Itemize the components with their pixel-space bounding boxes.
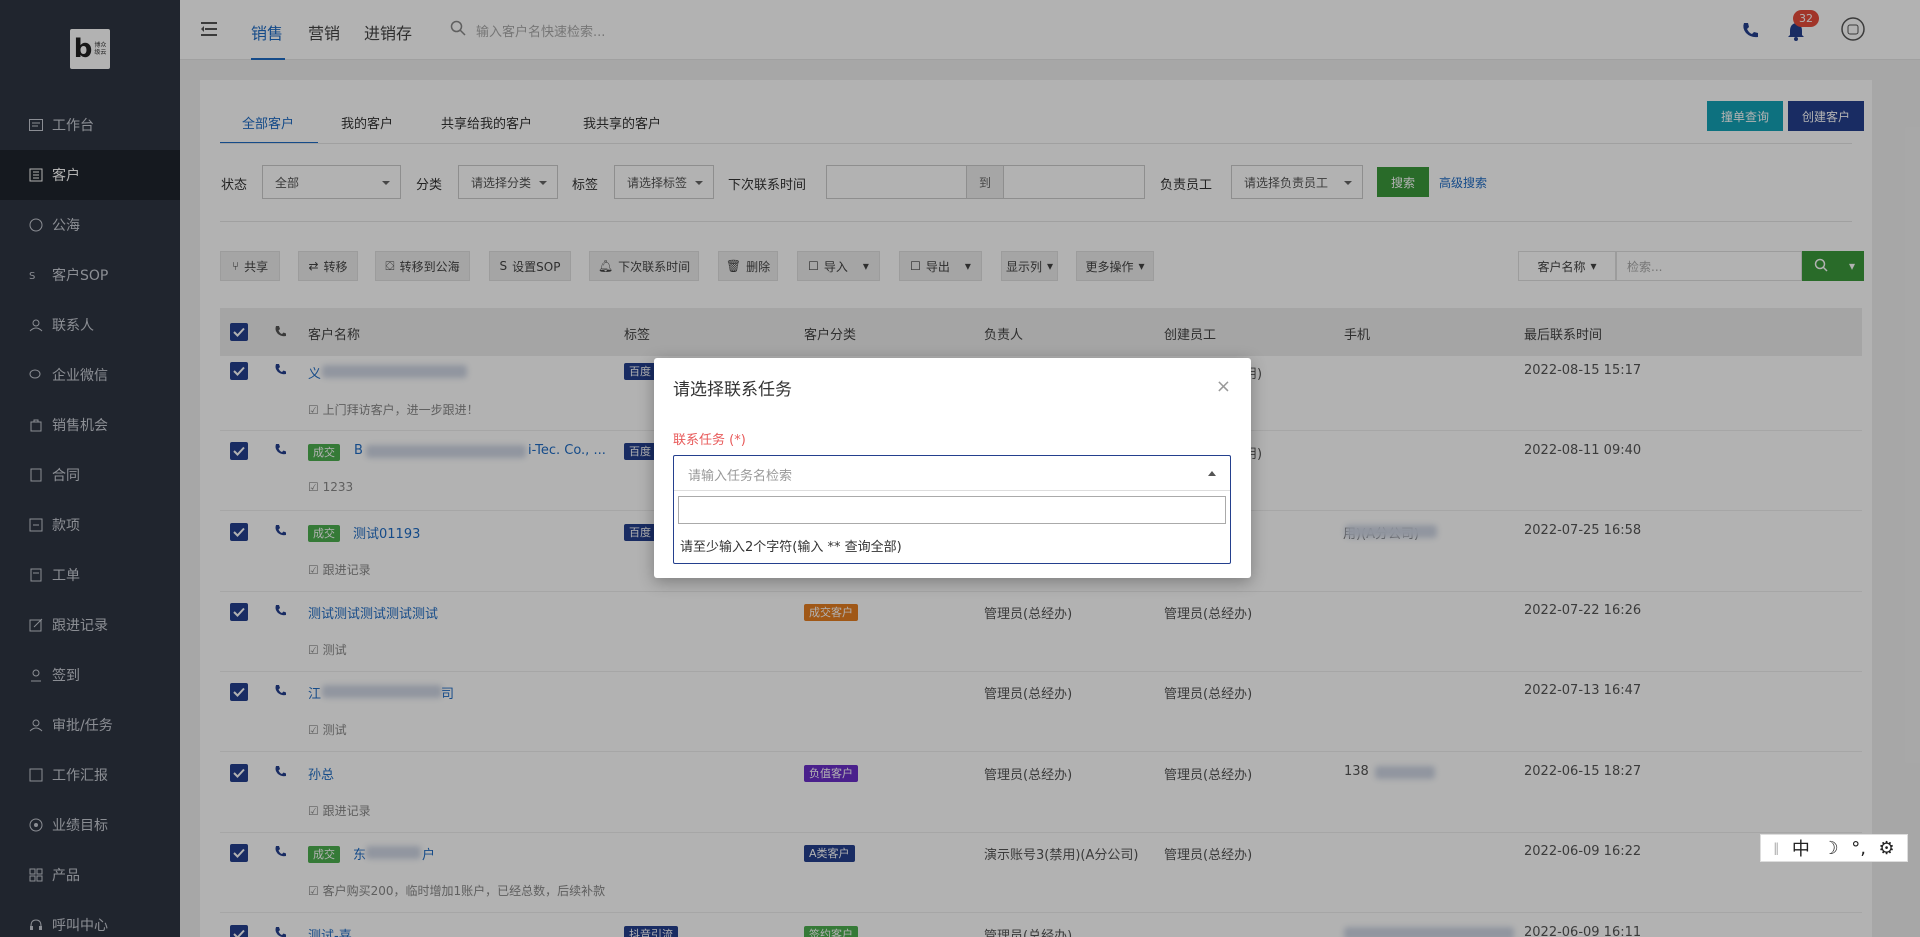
- ime-toolbar[interactable]: ‖ 中 ☽ °, ⚙: [1760, 834, 1908, 862]
- task-select[interactable]: 请输入任务名检索 请至少输入2个字符(输入 ** 查询全部): [673, 455, 1231, 564]
- close-icon[interactable]: ×: [1216, 376, 1231, 397]
- search-hint: 请至少输入2个字符(输入 ** 查询全部): [680, 540, 902, 555]
- dropdown-divider: [674, 490, 1230, 491]
- ime-lang-toggle[interactable]: 中: [1792, 835, 1810, 861]
- ime-punct-toggle[interactable]: °,: [1851, 838, 1866, 859]
- select-task-dialog: 请选择联系任务 × 联系任务 (*) 请输入任务名检索 请至少输入2个字符(输入…: [654, 358, 1251, 578]
- task-search-input[interactable]: [678, 496, 1226, 524]
- dialog-title: 请选择联系任务: [673, 380, 792, 400]
- ime-moon-icon[interactable]: ☽: [1822, 838, 1838, 859]
- chevron-up-icon: [1208, 471, 1216, 476]
- task-select-placeholder: 请输入任务名检索: [688, 469, 793, 484]
- ime-settings-icon[interactable]: ⚙: [1879, 838, 1895, 859]
- task-field-label: 联系任务 (*): [673, 433, 746, 448]
- ime-grip-icon: ‖: [1773, 841, 1780, 855]
